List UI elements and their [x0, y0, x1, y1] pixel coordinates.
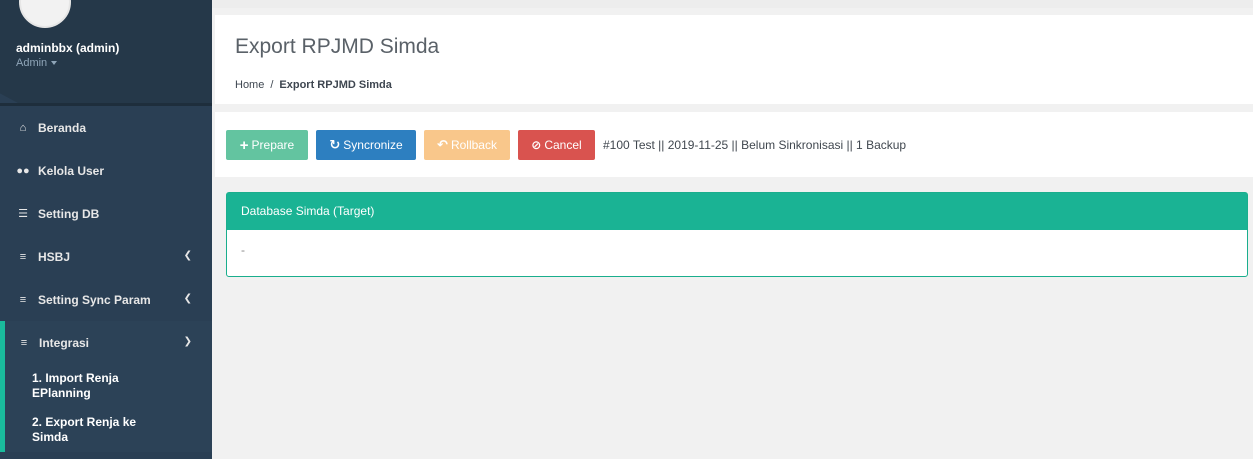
user-name: adminbbx (admin) [16, 41, 120, 55]
breadcrumb-current: Export RPJMD Simda [279, 79, 392, 91]
sidebar-item-beranda[interactable]: ⌂ Beranda [0, 106, 212, 149]
chevron-down-icon: ❯ [183, 336, 192, 347]
user-role: Admin [16, 57, 48, 69]
user-role-dropdown[interactable]: Admin [16, 57, 58, 69]
list-icon: ≡ [19, 293, 27, 306]
sidebar-item-setting-sync-param[interactable]: ≡ Setting Sync Param ❮ [0, 278, 212, 321]
top-strip [212, 0, 1253, 8]
sidebar-item-label: Kelola User [38, 163, 105, 178]
sync-status-text: #100 Test || 2019-11-25 || Belum Sinkron… [603, 138, 907, 152]
home-icon: ⌂ [19, 121, 27, 134]
submenu-item-import-renja[interactable]: 1. Import Renja EPlanning [5, 364, 165, 408]
rollback-button-label: Rollback [450, 138, 497, 152]
syncronize-button-label: Syncronize [343, 138, 403, 152]
chevron-left-icon: ❮ [183, 250, 192, 261]
integrasi-submenu: 1. Import Renja EPlanning 2. Export Renj… [0, 364, 212, 452]
undo-icon: ↶ [437, 137, 448, 152]
sidebar-menu: ⌂ Beranda ●● Kelola User ☰ Setting DB ≡ … [0, 103, 212, 452]
database-panel: Database Simda (Target) - [226, 192, 1248, 277]
chevron-left-icon: ❮ [183, 293, 192, 304]
action-toolbar: + Prepare ↻ Syncronize ↶ Rollback ⊘ Canc… [215, 112, 1253, 177]
plus-icon: + [239, 136, 249, 154]
sidebar-item-label: Integrasi [39, 335, 90, 350]
sidebar-item-label: Beranda [38, 120, 87, 135]
cancel-button[interactable]: ⊘ Cancel [518, 130, 595, 160]
syncronize-button[interactable]: ↻ Syncronize [316, 130, 416, 160]
sidebar-item-hsbj[interactable]: ≡ HSBJ ❮ [0, 235, 212, 278]
prepare-button[interactable]: + Prepare [226, 130, 308, 160]
panel-body: - [241, 243, 245, 257]
profile-panel: adminbbx (admin) Admin [0, 0, 212, 103]
submenu-item-export-renja[interactable]: 2. Export Renja ke Simda [5, 408, 165, 452]
prepare-button-label: Prepare [251, 138, 295, 152]
caret-down-icon [51, 61, 58, 66]
sidebar-item-setting-db[interactable]: ☰ Setting DB [0, 192, 212, 235]
breadcrumb: Home / Export RPJMD Simda [235, 79, 392, 91]
sidebar-item-label: HSBJ [38, 249, 71, 264]
rollback-button[interactable]: ↶ Rollback [424, 130, 510, 160]
page-header: Export RPJMD Simda Home / Export RPJMD Sim… [215, 15, 1253, 104]
page-title: Export RPJMD Simda [235, 35, 440, 58]
refresh-icon: ↻ [329, 137, 341, 152]
users-icon: ●● [16, 164, 30, 177]
ban-icon: ⊘ [531, 138, 542, 152]
sidebar-item-integrasi[interactable]: ≡ Integrasi ❯ [0, 321, 212, 364]
cancel-button-label: Cancel [544, 138, 582, 152]
list-icon: ≡ [19, 250, 27, 263]
breadcrumb-home[interactable]: Home [235, 79, 264, 91]
sidebar-item-label: Setting Sync Param [38, 292, 151, 307]
sidebar-item-label: Setting DB [38, 206, 100, 221]
database-icon: ☰ [18, 208, 28, 220]
sidebar-item-kelola-user[interactable]: ●● Kelola User [0, 149, 212, 192]
sidebar: adminbbx (admin) Admin ⌂ Beranda ●● Kelo… [0, 0, 212, 459]
breadcrumb-separator: / [270, 79, 274, 91]
list-icon: ≡ [20, 336, 28, 349]
panel-title: Database Simda (Target) [227, 193, 1247, 230]
